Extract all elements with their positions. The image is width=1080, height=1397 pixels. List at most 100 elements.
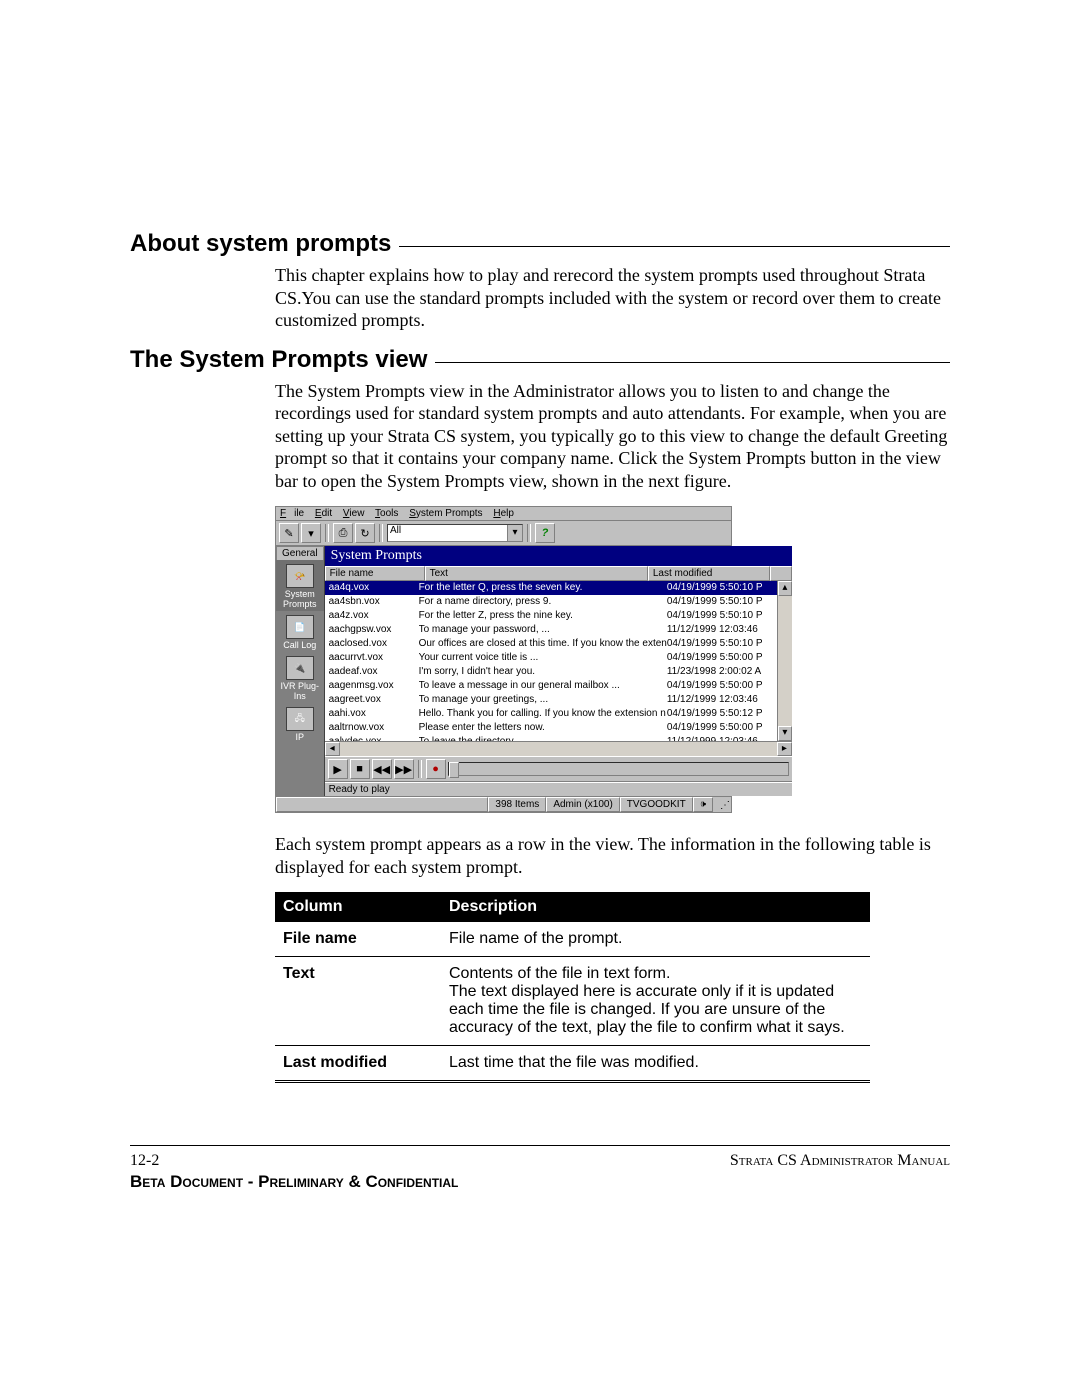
app-window: File Edit View Tools System Prompts Help…: [275, 506, 732, 813]
scroll-track[interactable]: [778, 596, 792, 726]
cell-text: Please enter the letters now.: [419, 721, 667, 735]
sidebar-item-label: System Prompts: [276, 589, 324, 609]
table-row[interactable]: aa4q.voxFor the letter Q, press the seve…: [325, 581, 777, 595]
menu-tools[interactable]: Tools: [375, 508, 398, 519]
workspace: General 📯 System Prompts 📄 Call Log 🔌 IV…: [276, 546, 731, 796]
sidebar-item-system-prompts[interactable]: 📯 System Prompts: [276, 560, 324, 611]
sidebar-tab-general[interactable]: General: [276, 546, 324, 560]
cell-file-name: aacurrvt.vox: [325, 651, 419, 665]
heading-rule: [435, 362, 950, 363]
section2-para: The System Prompts view in the Administr…: [275, 380, 950, 493]
cell-text: Your current voice title is ...: [419, 651, 667, 665]
slider-thumb[interactable]: [449, 762, 459, 778]
scroll-up-icon[interactable]: ▴: [778, 581, 792, 596]
separator: [527, 524, 531, 542]
cell-last-modified: 04/19/1999 5:50:00 P: [667, 721, 777, 735]
horizontal-scrollbar[interactable]: ◂ ▸: [325, 741, 792, 756]
table-row[interactable]: aa4z.voxFor the letter Z, press the nine…: [325, 609, 777, 623]
sidebar-tabs: General: [276, 546, 324, 560]
cell-text: Our offices are closed at this time. If …: [419, 637, 667, 651]
scroll-down-icon[interactable]: ▾: [778, 726, 792, 741]
sidebar-item-ivr-plugins[interactable]: 🔌 IVR Plug-Ins: [276, 652, 324, 703]
cell-file-name: aagenmsg.vox: [325, 679, 419, 693]
table-row[interactable]: aachgpsw.voxTo manage your password, ...…: [325, 623, 777, 637]
sidebar-item-ip[interactable]: 🖧 IP: [276, 703, 324, 744]
cell-last-modified: 11/12/1999 12:03:46: [667, 693, 777, 707]
toolbar-new-icon[interactable]: ✎: [279, 523, 299, 543]
record-icon[interactable]: ●: [426, 759, 446, 779]
forward-icon[interactable]: ▶▶: [394, 759, 414, 779]
cell-text: I'm sorry, I didn't hear you.: [419, 665, 667, 679]
footer-line: 12-2 Strata CS Administrator Manual: [130, 1152, 950, 1170]
rewind-icon[interactable]: ◀◀: [372, 759, 392, 779]
toolbar-print-icon[interactable]: ⎙: [333, 523, 353, 543]
table-row[interactable]: aa4sbn.voxFor a name directory, press 9.…: [325, 595, 777, 609]
toolbar-help-icon[interactable]: ?: [535, 523, 555, 543]
table-row: File nameFile name of the prompt.: [275, 922, 870, 957]
resize-grip-icon[interactable]: ⋰: [713, 797, 731, 812]
heading-text: The System Prompts view: [130, 346, 427, 374]
scroll-right-icon[interactable]: ▸: [777, 742, 792, 756]
column-text[interactable]: Text: [425, 566, 648, 581]
main-panel: System Prompts File name Text Last modif…: [325, 546, 792, 796]
cell-last-modified: 11/23/1998 2:00:02 A: [667, 665, 777, 679]
cell-text: To manage your greetings, ...: [419, 693, 667, 707]
stop-icon[interactable]: ■: [350, 759, 370, 779]
column-file-name[interactable]: File name: [325, 566, 425, 581]
table-row[interactable]: aagreet.voxTo manage your greetings, ...…: [325, 693, 777, 707]
footer-rule: [130, 1145, 950, 1146]
status-host: TVGOODKIT: [620, 797, 693, 812]
list-header: File name Text Last modified: [325, 566, 792, 581]
cell-file-name: aa4sbn.vox: [325, 595, 419, 609]
cell-last-modified: 04/19/1999 5:50:00 P: [667, 679, 777, 693]
scroll-track-h[interactable]: [340, 742, 777, 756]
table-row[interactable]: aaclosed.voxOur offices are closed at th…: [325, 637, 777, 651]
menu-edit[interactable]: Edit: [315, 508, 332, 519]
document-icon: 📄: [286, 615, 314, 639]
cell-text: To manage your password, ...: [419, 623, 667, 637]
play-icon[interactable]: ▶: [328, 759, 348, 779]
toolbar-refresh-icon[interactable]: ↻: [355, 523, 375, 543]
plugin-icon: 🔌: [286, 656, 314, 680]
separator: [379, 524, 383, 542]
toolbar-dropdown-icon[interactable]: ▾: [301, 523, 321, 543]
vertical-scrollbar[interactable]: ▴ ▾: [777, 581, 792, 741]
cell-last-modified: 04/19/1999 5:50:10 P: [667, 595, 777, 609]
table-row[interactable]: aagenmsg.voxTo leave a message in our ge…: [325, 679, 777, 693]
col-header-column: Column: [275, 892, 441, 922]
sidebar-item-label: IP: [276, 732, 324, 742]
scroll-left-icon[interactable]: ◂: [325, 742, 340, 756]
table-row[interactable]: aaltrnow.voxPlease enter the letters now…: [325, 721, 777, 735]
player-bar: ▶ ■ ◀◀ ▶▶ ●: [325, 756, 792, 782]
table-row[interactable]: aacurrvt.voxYour current voice title is …: [325, 651, 777, 665]
position-slider[interactable]: [448, 762, 789, 776]
view-bar: General 📯 System Prompts 📄 Call Log 🔌 IV…: [276, 546, 325, 796]
status-user: Admin (x100): [546, 797, 619, 812]
filter-combo[interactable]: All: [387, 524, 523, 542]
cell-file-name: aadeaf.vox: [325, 665, 419, 679]
menu-system-prompts[interactable]: System Prompts: [409, 508, 482, 519]
table-row[interactable]: aadeaf.voxI'm sorry, I didn't hear you.1…: [325, 665, 777, 679]
cell-last-modified: 04/19/1999 5:50:00 P: [667, 651, 777, 665]
cell-file-name: aa4z.vox: [325, 609, 419, 623]
status-bar: 398 Items Admin (x100) TVGOODKIT 🕩 ⋰: [276, 796, 731, 812]
separator: [325, 524, 329, 542]
menu-file[interactable]: File: [280, 508, 304, 519]
cell-text: For the letter Q, press the seven key.: [419, 581, 667, 595]
status-empty: [276, 797, 488, 812]
cell-description: File name of the prompt.: [441, 922, 870, 957]
network-icon: 🖧: [286, 707, 314, 731]
page-number: 12-2: [130, 1152, 159, 1170]
sidebar-item-call-log[interactable]: 📄 Call Log: [276, 611, 324, 652]
cell-text: Hello. Thank you for calling. If you kno…: [419, 707, 667, 721]
cell-file-name: aachgpsw.vox: [325, 623, 419, 637]
column-last-modified[interactable]: Last modified: [648, 566, 770, 581]
menu-view[interactable]: View: [343, 508, 365, 519]
view-title: System Prompts: [325, 546, 792, 566]
heading-about-system-prompts: About system prompts: [130, 230, 950, 258]
cell-column-name: Last modified: [275, 1046, 441, 1082]
cell-description: Contents of the file in text form. The t…: [441, 957, 870, 1046]
menu-help[interactable]: Help: [493, 508, 514, 519]
table-row[interactable]: aahi.voxHello. Thank you for calling. If…: [325, 707, 777, 721]
cell-last-modified: 11/12/1999 12:03:46: [667, 623, 777, 637]
